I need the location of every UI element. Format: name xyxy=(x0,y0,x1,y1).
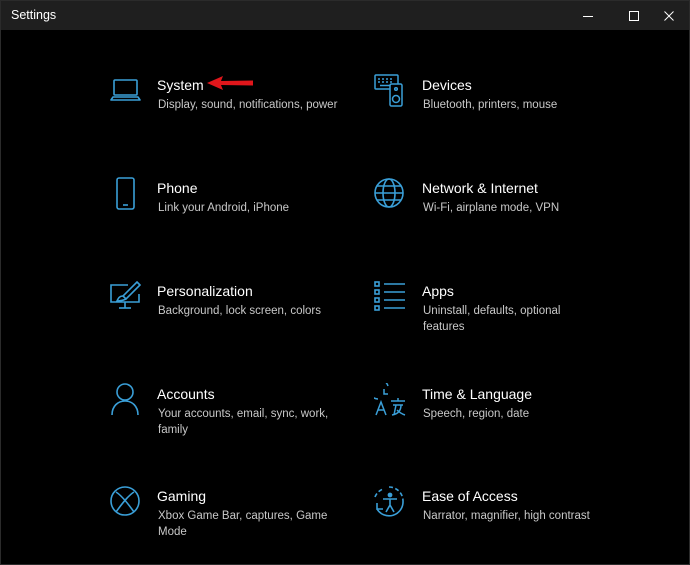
settings-categories-grid: System Display, sound, notifications, po… xyxy=(1,30,689,564)
tile-personalization[interactable]: Personalization Background, lock screen,… xyxy=(109,280,409,360)
tile-time-language-description: Speech, region, date xyxy=(423,408,530,420)
annotation-arrow-icon xyxy=(207,76,253,90)
keyboard-speaker-icon xyxy=(374,74,408,108)
tile-devices-description: Bluetooth, printers, mouse xyxy=(423,99,558,111)
tile-apps-description: Uninstall, defaults, optional features xyxy=(423,305,561,333)
tile-gaming-description: Xbox Game Bar, captures, Game Mode xyxy=(158,510,328,538)
maximize-icon xyxy=(629,10,639,21)
paint-monitor-icon xyxy=(109,280,143,314)
minimize-icon xyxy=(583,15,593,17)
xbox-icon xyxy=(109,485,143,519)
tile-ease-of-access[interactable]: Ease of Access Narrator, magnifier, high… xyxy=(374,485,674,565)
window-title: Settings xyxy=(11,8,57,22)
tile-gaming[interactable]: Gaming Xbox Game Bar, captures, Game Mod… xyxy=(109,485,409,565)
tile-personalization-description: Background, lock screen, colors xyxy=(158,305,321,317)
tile-time-language[interactable]: Time & Language Speech, region, date xyxy=(374,383,674,463)
tile-apps[interactable]: Apps Uninstall, defaults, optional featu… xyxy=(374,280,674,360)
tile-system-name: System xyxy=(157,77,204,93)
apps-list-icon xyxy=(374,280,408,314)
tile-ease-of-access-description: Narrator, magnifier, high contrast xyxy=(423,510,590,522)
tile-system[interactable]: System Display, sound, notifications, po… xyxy=(109,74,409,154)
close-button[interactable] xyxy=(646,1,690,30)
ease-of-access-icon xyxy=(374,485,408,519)
tile-phone-description: Link your Android, iPhone xyxy=(158,202,290,214)
minimize-button[interactable] xyxy=(565,1,611,30)
tile-apps-name: Apps xyxy=(422,283,454,299)
tile-system-description: Display, sound, notifications, power xyxy=(158,99,338,111)
close-icon xyxy=(664,10,674,21)
phone-icon xyxy=(109,177,143,211)
globe-icon xyxy=(374,177,408,211)
tile-accounts-name: Accounts xyxy=(157,386,215,402)
person-icon xyxy=(109,383,143,417)
tile-accounts[interactable]: Accounts Your accounts, email, sync, wor… xyxy=(109,383,409,463)
tile-devices-name: Devices xyxy=(422,77,472,93)
settings-window: Settings System Display, sound, notifica… xyxy=(0,0,690,565)
laptop-icon xyxy=(109,74,143,108)
tile-network-internet[interactable]: Network & Internet Wi-Fi, airplane mode,… xyxy=(374,177,674,257)
tile-time-language-name: Time & Language xyxy=(422,386,532,402)
tile-accounts-description: Your accounts, email, sync, work, family xyxy=(158,408,329,436)
title-bar[interactable]: Settings xyxy=(1,1,689,30)
tile-phone-name: Phone xyxy=(157,180,198,196)
tile-network-internet-description: Wi-Fi, airplane mode, VPN xyxy=(423,202,560,214)
tile-phone[interactable]: Phone Link your Android, iPhone xyxy=(109,177,409,257)
tile-network-internet-name: Network & Internet xyxy=(422,180,538,196)
tile-personalization-name: Personalization xyxy=(157,283,253,299)
time-language-icon xyxy=(374,383,408,417)
tile-devices[interactable]: Devices Bluetooth, printers, mouse xyxy=(374,74,674,154)
tile-ease-of-access-name: Ease of Access xyxy=(422,488,518,504)
tile-gaming-name: Gaming xyxy=(157,488,207,504)
